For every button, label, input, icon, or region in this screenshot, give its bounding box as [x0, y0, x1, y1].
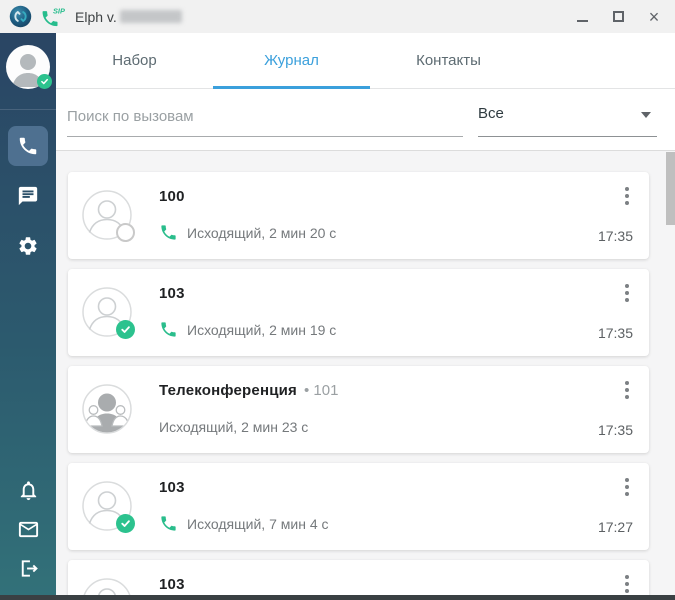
sidebar-bottom [13, 477, 43, 581]
filter-value: Все [478, 105, 504, 122]
call-info: Телеконференция • 101 Исходящий, 2 мин 23… [159, 366, 598, 453]
contact-avatar [82, 481, 135, 533]
more-options-button[interactable] [621, 379, 633, 401]
call-info: 103 Исходящий, 7 мин 4 с [159, 463, 598, 550]
content-area: Набор Журнал Контакты Все [56, 33, 675, 595]
window-bottom-edge [0, 595, 675, 600]
app-logo-icon [9, 5, 32, 28]
minimize-icon [576, 20, 588, 22]
call-log-item[interactable]: 100 Исходящий, 2 мин 20 с 17:35 [68, 172, 649, 259]
sidebar-divider [0, 109, 56, 110]
sidebar-item-settings[interactable] [8, 226, 48, 266]
call-log-item[interactable]: 103 [68, 560, 649, 595]
tab-contacts[interactable]: Контакты [370, 33, 527, 88]
contact-name: Телеконференция [159, 382, 297, 399]
redacted-version [119, 10, 182, 23]
call-log-item[interactable]: 103 Исходящий, 7 мин 4 с 17:27 [68, 463, 649, 550]
call-meta: 17:35 [598, 269, 633, 356]
call-meta: 17:35 [598, 366, 633, 453]
call-status: Исходящий, 7 мин 4 с [187, 515, 329, 532]
call-filter-dropdown[interactable]: Все [478, 105, 657, 137]
sidebar-item-calls[interactable] [8, 126, 48, 166]
sidebar-nav [8, 126, 48, 266]
contact-name: 103 [159, 576, 185, 593]
notifications-button[interactable] [13, 477, 43, 503]
outgoing-call-icon [161, 516, 176, 531]
more-options-button[interactable] [621, 185, 633, 207]
window-title: Elph v. [75, 8, 117, 25]
more-options-button[interactable] [621, 282, 633, 304]
sidebar-item-chat[interactable] [8, 176, 48, 216]
chat-icon [18, 186, 38, 206]
call-status: Исходящий, 2 мин 19 с [187, 321, 337, 338]
call-time: 17:27 [597, 519, 633, 535]
online-status-badge [37, 74, 52, 89]
person-outline-icon [83, 578, 131, 595]
outgoing-call-icon [161, 322, 176, 337]
contact-name: 100 [159, 188, 185, 205]
call-info: 103 Исходящий, 2 мин 19 с [159, 269, 598, 356]
conference-avatar [82, 384, 132, 434]
contact-number-suffix: • 101 [304, 382, 339, 399]
call-info: 103 [159, 560, 621, 595]
contact-name: 103 [159, 479, 185, 496]
svg-text:SIP: SIP [53, 6, 65, 15]
call-status: Исходящий, 2 мин 20 с [187, 224, 337, 241]
call-meta: 17:35 [598, 172, 633, 259]
call-meta: 17:27 [598, 463, 633, 550]
contact-name: 103 [159, 285, 185, 302]
call-time: 17:35 [597, 228, 633, 244]
scrollbar-thumb[interactable] [666, 152, 675, 225]
search-input[interactable] [67, 105, 463, 137]
mail-icon [18, 521, 38, 537]
minimize-button[interactable] [567, 4, 597, 30]
app-window: SIP Elph v. × Набор Журнал Контакты Поис… [0, 0, 675, 600]
contact-avatar [82, 578, 132, 595]
tab-dialer[interactable]: Набор [56, 33, 213, 88]
close-button[interactable]: × [639, 4, 669, 30]
more-options-button[interactable] [621, 476, 633, 498]
logout-icon [21, 559, 38, 577]
more-options-button[interactable] [621, 573, 633, 595]
presence-badge-offline [116, 223, 135, 242]
call-log-item[interactable]: Телеконференция • 101 Исходящий, 2 мин 23… [68, 366, 649, 453]
gear-icon [19, 237, 37, 255]
sidebar [0, 33, 56, 595]
main-area: Набор Журнал Контакты Все [0, 33, 675, 595]
maximize-button[interactable] [603, 4, 633, 30]
close-icon: × [648, 6, 660, 27]
contact-avatar [82, 287, 135, 339]
contact-avatar [82, 190, 135, 242]
window-controls: × [567, 4, 669, 30]
bell-icon [20, 480, 36, 500]
filter-row: Все [56, 89, 675, 150]
sip-phone-icon: SIP [42, 6, 65, 26]
call-time: 17:35 [597, 422, 633, 438]
call-time: 17:35 [597, 325, 633, 341]
group-icon [82, 384, 132, 434]
tab-journal[interactable]: Журнал [213, 33, 370, 89]
chevron-down-icon [641, 112, 651, 118]
voicemail-button[interactable] [13, 516, 43, 542]
call-log-list: 100 Исходящий, 2 мин 20 с 17:35 103 Исхо… [56, 150, 675, 595]
presence-badge-online [116, 514, 135, 533]
call-status: Исходящий, 2 мин 23 с [159, 418, 309, 435]
user-avatar[interactable] [6, 45, 52, 89]
titlebar: SIP Elph v. × [0, 0, 675, 33]
presence-badge-online [116, 320, 135, 339]
phone-icon [19, 137, 37, 155]
outgoing-call-icon [161, 225, 176, 240]
maximize-icon [612, 11, 624, 22]
call-info: 100 Исходящий, 2 мин 20 с [159, 172, 598, 259]
call-log-item[interactable]: 103 Исходящий, 2 мин 19 с 17:35 [68, 269, 649, 356]
logout-button[interactable] [13, 555, 43, 581]
call-meta [621, 560, 633, 595]
tab-bar: Набор Журнал Контакты [56, 33, 675, 89]
